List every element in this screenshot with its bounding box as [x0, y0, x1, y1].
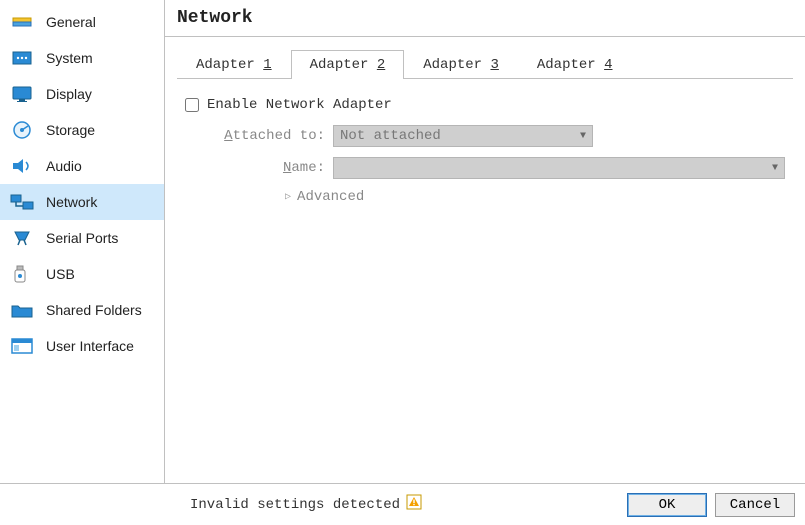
user-interface-icon — [8, 332, 36, 360]
ok-button[interactable]: OK — [627, 493, 707, 517]
name-label: Name: — [185, 160, 325, 176]
tab-adapter-2[interactable]: Adapter 2 — [291, 50, 405, 79]
sidebar-item-label: System — [46, 50, 93, 66]
audio-icon — [8, 152, 36, 180]
system-icon — [8, 44, 36, 72]
cancel-button[interactable]: Cancel — [715, 493, 795, 517]
tab-adapter-1[interactable]: Adapter 1 — [177, 50, 291, 79]
network-icon — [8, 188, 36, 216]
sidebar-item-system[interactable]: System — [0, 40, 164, 76]
page-title: Network — [165, 0, 805, 37]
content-pane: Network Adapter 1 Adapter 2 Adapter 3 Ad… — [165, 0, 805, 483]
settings-sidebar: General System Display Storage — [0, 0, 165, 483]
sidebar-item-audio[interactable]: Audio — [0, 148, 164, 184]
storage-icon — [8, 116, 36, 144]
chevron-down-icon: ▼ — [580, 131, 586, 142]
sidebar-item-label: Storage — [46, 122, 95, 138]
sidebar-item-label: Serial Ports — [46, 230, 118, 246]
sidebar-item-serial-ports[interactable]: Serial Ports — [0, 220, 164, 256]
triangle-right-icon: ▷ — [285, 191, 291, 203]
advanced-label: Advanced — [297, 189, 364, 205]
enable-network-adapter-label: Enable Network Adapter — [207, 97, 392, 113]
advanced-expander[interactable]: ▷ Advanced — [285, 189, 785, 205]
display-icon — [8, 80, 36, 108]
sidebar-item-usb[interactable]: USB — [0, 256, 164, 292]
tab-body: Enable Network Adapter Attached to: Not … — [165, 79, 805, 223]
sidebar-item-shared-folders[interactable]: Shared Folders — [0, 292, 164, 328]
general-icon — [8, 8, 36, 36]
sidebar-item-user-interface[interactable]: User Interface — [0, 328, 164, 364]
usb-icon — [8, 260, 36, 288]
status-message: Invalid settings detected — [190, 494, 422, 515]
attached-to-label: Attached to: — [185, 128, 325, 144]
serial-ports-icon — [8, 224, 36, 252]
sidebar-item-label: Display — [46, 86, 92, 102]
sidebar-item-storage[interactable]: Storage — [0, 112, 164, 148]
footer: Invalid settings detected OK Cancel — [0, 483, 805, 525]
attached-to-select: Not attached ▼ — [333, 125, 593, 147]
sidebar-item-label: Network — [46, 194, 97, 210]
attached-to-value: Not attached — [340, 128, 441, 144]
chevron-down-icon: ▼ — [772, 163, 778, 174]
enable-network-adapter-checkbox[interactable] — [185, 98, 199, 112]
sidebar-item-label: USB — [46, 266, 75, 282]
sidebar-item-label: Shared Folders — [46, 302, 142, 318]
sidebar-item-network[interactable]: Network — [0, 184, 164, 220]
sidebar-item-display[interactable]: Display — [0, 76, 164, 112]
sidebar-item-general[interactable]: General — [0, 4, 164, 40]
name-select: ▼ — [333, 157, 785, 179]
sidebar-item-label: User Interface — [46, 338, 134, 354]
tab-adapter-3[interactable]: Adapter 3 — [404, 50, 518, 79]
tab-adapter-4[interactable]: Adapter 4 — [518, 50, 632, 79]
adapter-tabs: Adapter 1 Adapter 2 Adapter 3 Adapter 4 — [177, 49, 793, 79]
shared-folders-icon — [8, 296, 36, 324]
sidebar-item-label: Audio — [46, 158, 82, 174]
sidebar-item-label: General — [46, 14, 96, 30]
warning-icon — [406, 494, 422, 515]
